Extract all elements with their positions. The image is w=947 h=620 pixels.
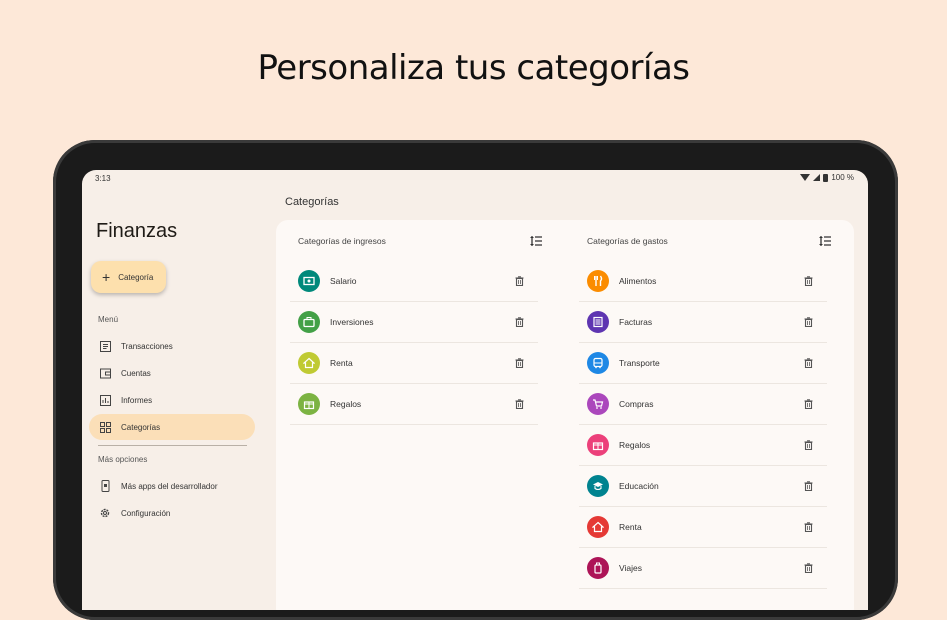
delete-icon[interactable] [803, 275, 813, 287]
receipt-icon [99, 340, 111, 352]
nav-item-configuracion[interactable]: Configuración [89, 500, 255, 526]
app-title: Finanzas [96, 220, 178, 242]
income-heading: Categorías de ingresos [298, 236, 386, 246]
gear-icon [99, 507, 111, 519]
bill-icon [587, 311, 609, 333]
category-row[interactable]: Transporte [579, 343, 827, 384]
delete-icon[interactable] [803, 357, 813, 369]
category-row[interactable]: Inversiones [290, 302, 538, 343]
sort-icon[interactable] [819, 234, 832, 246]
school-icon [587, 475, 609, 497]
sidebar-divider [98, 445, 247, 446]
plus-icon: + [102, 269, 111, 285]
delete-icon[interactable] [803, 562, 813, 574]
nav-item-label: Categorías [121, 422, 161, 432]
grid-icon [99, 421, 111, 433]
delete-icon[interactable] [514, 398, 524, 410]
wifi-icon [800, 174, 811, 181]
menu-section-label: Menú [98, 315, 119, 324]
categories-card: Categorías de ingresos Salario Inversione… [276, 220, 854, 610]
category-label: Renta [619, 522, 642, 532]
category-label: Viajes [619, 563, 642, 573]
category-label: Regalos [330, 399, 362, 409]
category-label: Facturas [619, 317, 653, 327]
category-row[interactable]: Regalos [579, 425, 827, 466]
expense-heading: Categorías de gastos [587, 236, 668, 246]
category-row[interactable]: Salario [290, 261, 538, 302]
add-category-button[interactable]: + Categoría [91, 261, 166, 293]
delete-icon[interactable] [803, 398, 813, 410]
delete-icon[interactable] [803, 521, 813, 533]
battery-icon [823, 173, 829, 182]
phone-apps-icon [99, 480, 111, 492]
delete-icon[interactable] [514, 316, 524, 328]
category-row[interactable]: Facturas [579, 302, 827, 343]
more-options-label: Más opciones [98, 455, 148, 464]
bus-icon [587, 352, 609, 374]
delete-icon[interactable] [803, 480, 813, 492]
home-icon [298, 352, 320, 374]
category-row[interactable]: Renta [579, 507, 827, 548]
battery-level: 100 % [831, 173, 854, 182]
headline: Personaliza tus categorías [257, 48, 690, 88]
restaurant-icon [587, 270, 609, 292]
nav-item-more-apps[interactable]: Más apps del desarrollador [89, 473, 255, 499]
category-label: Transporte [619, 358, 660, 368]
category-label: Renta [330, 358, 353, 368]
category-label: Educación [619, 481, 659, 491]
sort-icon[interactable] [530, 234, 543, 246]
category-label: Alimentos [619, 276, 657, 286]
nav-item-label: Cuentas [121, 368, 151, 378]
nav-item-label: Transacciones [121, 341, 173, 351]
add-category-label: Categoría [118, 272, 154, 282]
category-label: Regalos [619, 440, 651, 450]
wallet-icon [99, 367, 111, 379]
nav-item-label: Informes [121, 395, 153, 405]
category-row[interactable]: Viajes [579, 548, 827, 589]
status-time: 3:13 [95, 174, 111, 183]
nav-item-label: Más apps del desarrollador [121, 481, 218, 491]
money-icon [298, 270, 320, 292]
delete-icon[interactable] [514, 275, 524, 287]
briefcase-icon [298, 311, 320, 333]
category-label: Inversiones [330, 317, 374, 327]
luggage-icon [587, 557, 609, 579]
category-label: Salario [330, 276, 357, 286]
page-title: Categorías [285, 196, 339, 208]
category-row[interactable]: Regalos [290, 384, 538, 425]
category-row[interactable]: Alimentos [579, 261, 827, 302]
category-label: Compras [619, 399, 654, 409]
status-bar: 3:13 100 % [82, 170, 868, 186]
navigation-drawer: Finanzas + Categoría Menú Transacciones … [82, 186, 270, 610]
signal-icon [813, 174, 821, 181]
nav-item-informes[interactable]: Informes [89, 387, 255, 413]
nav-item-cuentas[interactable]: Cuentas [89, 360, 255, 386]
nav-item-transacciones[interactable]: Transacciones [89, 333, 255, 359]
app-screen: 3:13 100 % Finanzas + Categoría Menú Tra… [82, 170, 868, 610]
gift-icon [587, 434, 609, 456]
gift-icon [298, 393, 320, 415]
chart-icon [99, 394, 111, 406]
nav-item-categorias[interactable]: Categorías [89, 414, 255, 440]
nav-item-label: Configuración [121, 508, 171, 518]
home-icon [587, 516, 609, 538]
delete-icon[interactable] [514, 357, 524, 369]
category-row[interactable]: Educación [579, 466, 827, 507]
cart-icon [587, 393, 609, 415]
category-row[interactable]: Compras [579, 384, 827, 425]
delete-icon[interactable] [803, 439, 813, 451]
delete-icon[interactable] [803, 316, 813, 328]
category-row[interactable]: Renta [290, 343, 538, 384]
